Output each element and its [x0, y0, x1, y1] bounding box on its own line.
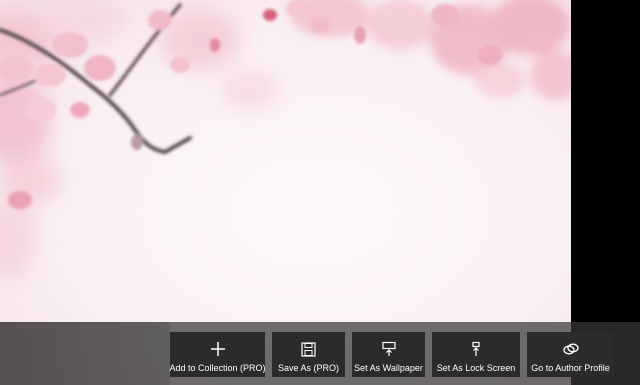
lock-screen-icon	[467, 340, 485, 358]
set-as-wallpaper-label: Set As Wallpaper	[354, 363, 423, 373]
go-to-author-profile-label: Go to Author Profile	[531, 363, 610, 373]
wallpaper-icon	[380, 340, 398, 358]
save-as-label: Save As (PRO)	[277, 363, 340, 373]
app-bar-shade	[0, 322, 170, 385]
set-as-lock-screen-button[interactable]: Set As Lock Screen	[432, 332, 520, 377]
plus-icon	[209, 340, 227, 358]
add-to-collection-button[interactable]: Add to Collection (PRO)	[169, 332, 266, 377]
link-icon	[562, 340, 580, 358]
go-to-author-profile-button[interactable]: Go to Author Profile	[527, 332, 614, 377]
save-icon	[300, 340, 318, 358]
add-to-collection-label: Add to Collection (PRO)	[169, 363, 266, 373]
app-window: Add to Collection (PRO) Save As (PRO) Se…	[0, 0, 640, 385]
set-as-wallpaper-button[interactable]: Set As Wallpaper	[352, 332, 425, 377]
set-as-lock-screen-label: Set As Lock Screen	[436, 363, 516, 373]
save-as-button[interactable]: Save As (PRO)	[272, 332, 345, 377]
